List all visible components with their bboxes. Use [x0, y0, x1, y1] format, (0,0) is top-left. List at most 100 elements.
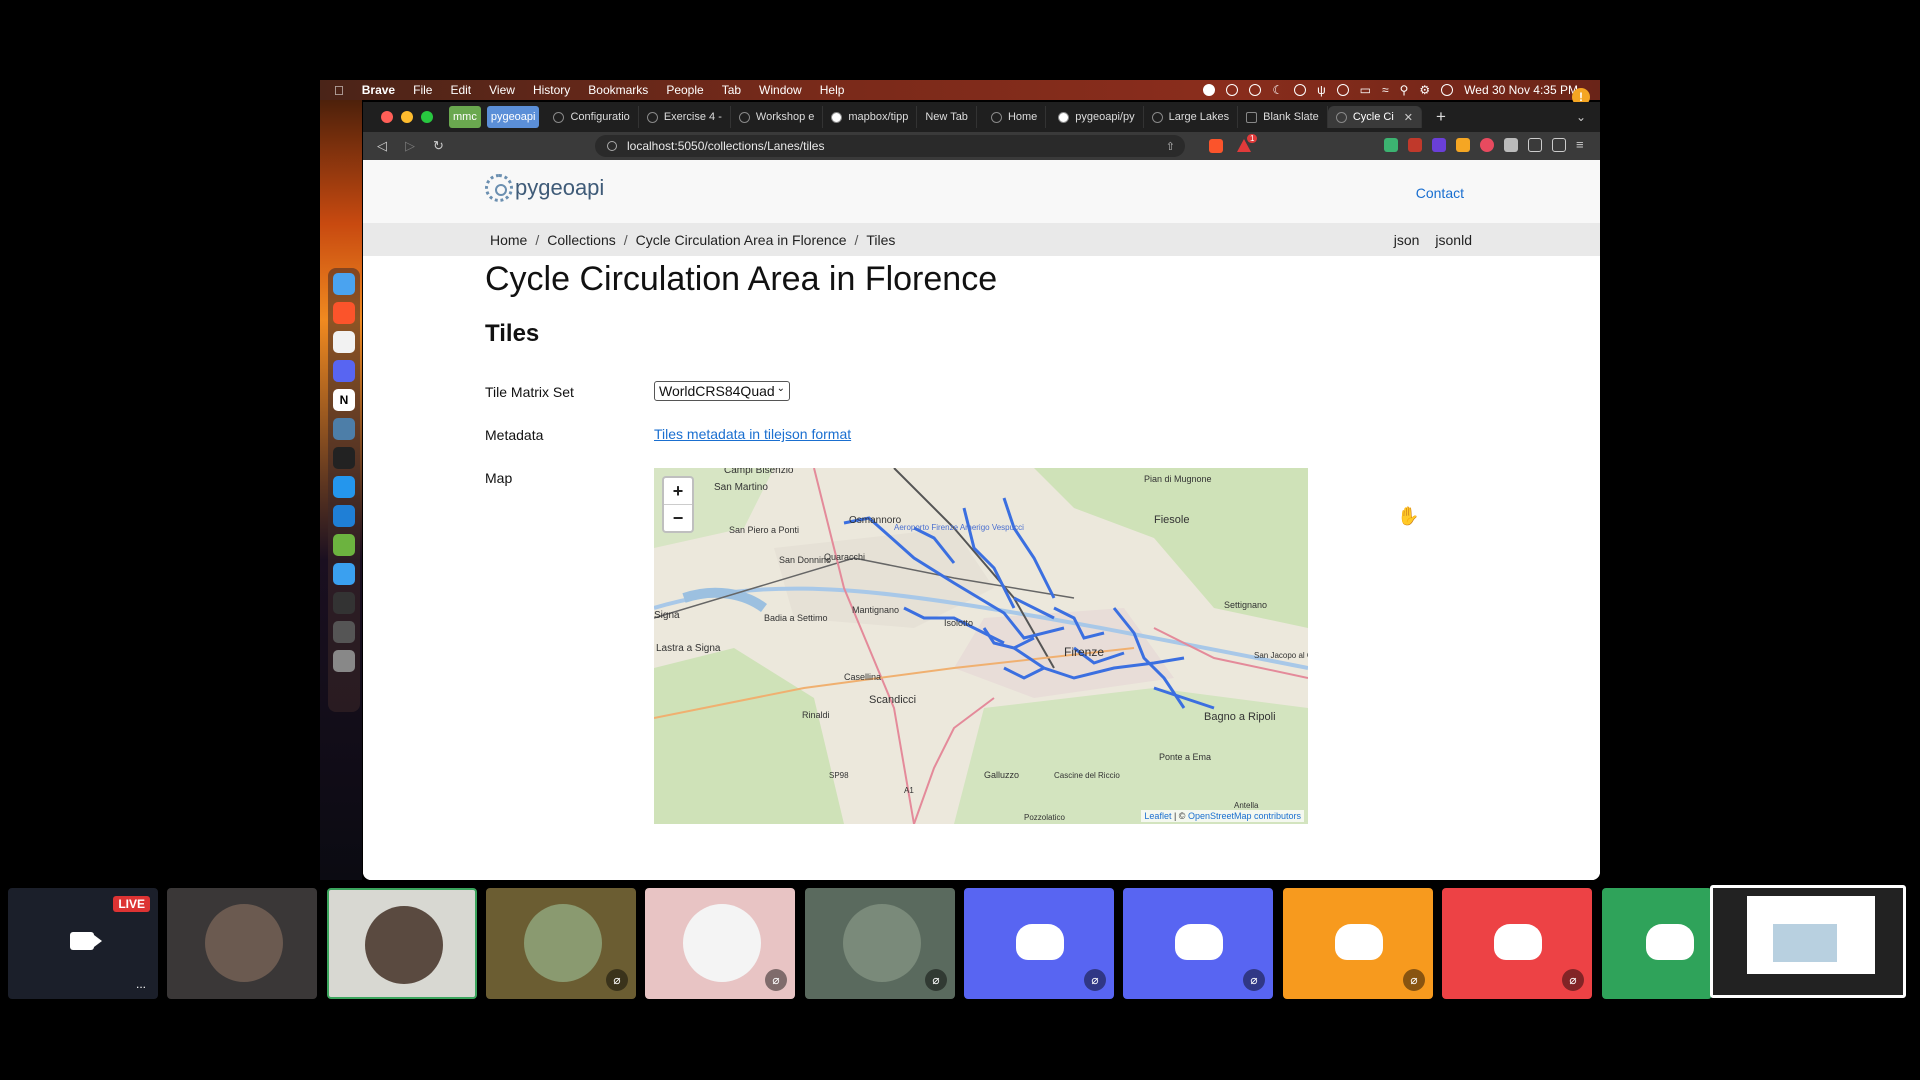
menu-tab[interactable]: Tab [722, 83, 741, 97]
menu-help[interactable]: Help [820, 83, 845, 97]
participant-tile[interactable]: ⌀ [645, 888, 795, 999]
close-window-button[interactable] [381, 111, 393, 123]
extension-icon[interactable] [1456, 138, 1470, 152]
participant-tile[interactable]: ⌀ [486, 888, 636, 999]
puzzle-icon[interactable] [1504, 138, 1518, 152]
menu-history[interactable]: History [533, 83, 570, 97]
trash-icon[interactable] [333, 650, 355, 672]
play-icon[interactable] [1294, 84, 1307, 96]
control-center-icon[interactable]: ⚙ [1419, 83, 1430, 97]
back-icon[interactable]: ◁ [377, 138, 387, 154]
apple-icon[interactable]:  [334, 83, 344, 98]
moon-icon[interactable]: ☾ [1272, 83, 1283, 97]
reminders-icon[interactable] [333, 331, 355, 353]
tab-configuration[interactable]: Configuratio [545, 106, 639, 128]
participant-tile[interactable]: ⌀ [1283, 888, 1433, 999]
tab-group-pygeoapi[interactable]: pygeoapi [486, 106, 540, 128]
tab-large-lakes[interactable]: Large Lakes [1144, 106, 1239, 128]
contact-link[interactable]: Contact [1416, 185, 1464, 201]
notion-icon[interactable]: N [333, 389, 355, 411]
osm-link[interactable]: OpenStreetMap contributors [1188, 811, 1301, 821]
menu-bookmarks[interactable]: Bookmarks [588, 83, 648, 97]
extension-icon[interactable] [1408, 138, 1422, 152]
discord-icon[interactable] [333, 360, 355, 382]
folder-icon[interactable] [333, 563, 355, 585]
breadcrumb-tiles[interactable]: Tiles [866, 232, 895, 248]
share-icon[interactable]: ⇧ [1166, 140, 1175, 153]
tab-home[interactable]: Home [977, 106, 1047, 128]
sidebar-icon[interactable] [1528, 138, 1542, 152]
participant-tile[interactable]: ⌀ [1123, 888, 1273, 999]
printer-icon[interactable] [333, 621, 355, 643]
brave-icon[interactable] [333, 302, 355, 324]
wifi-icon[interactable]: ≈ [1382, 83, 1389, 97]
menu-app-name[interactable]: Brave [362, 83, 395, 97]
tab-blank-slate[interactable]: Blank Slate [1238, 106, 1328, 128]
participant-tile[interactable]: ⌀ [805, 888, 955, 999]
tab-workshop[interactable]: Workshop e [731, 106, 824, 128]
format-jsonld-link[interactable]: jsonld [1435, 232, 1472, 248]
zoom-out-button[interactable]: − [664, 505, 692, 531]
url-text[interactable]: localhost:5050/collections/Lanes/tiles [627, 139, 824, 153]
postgres-icon[interactable] [333, 418, 355, 440]
terminal-icon[interactable] [333, 447, 355, 469]
site-info-icon[interactable] [607, 141, 617, 151]
search-icon[interactable]: ⚲ [1400, 83, 1409, 97]
participant-tile-speaking[interactable] [327, 888, 477, 999]
tilejson-metadata-link[interactable]: Tiles metadata in tilejson format [654, 426, 851, 442]
wallet-icon[interactable] [1552, 138, 1566, 152]
menu-view[interactable]: View [489, 83, 515, 97]
tab-cycle-active[interactable]: Cycle Ci ✕ [1327, 106, 1422, 128]
leaflet-link[interactable]: Leaflet [1144, 811, 1171, 821]
menu-file[interactable]: File [413, 83, 432, 97]
participant-tile[interactable] [167, 888, 317, 999]
forward-icon[interactable]: ▷ [405, 138, 415, 154]
participant-tile[interactable]: ⌀ [964, 888, 1114, 999]
participant-tile[interactable] [1602, 888, 1712, 999]
extension-icon[interactable] [1384, 138, 1398, 152]
minimize-window-button[interactable] [401, 111, 413, 123]
address-bar[interactable]: localhost:5050/collections/Lanes/tiles ⇧ [595, 135, 1185, 157]
extension-icon[interactable] [1480, 138, 1494, 152]
new-tab-button[interactable]: + [1436, 107, 1446, 127]
tab-mapbox[interactable]: mapbox/tipp [823, 106, 918, 128]
breadcrumb-home[interactable]: Home [490, 232, 527, 248]
window-icon[interactable] [333, 592, 355, 614]
breadcrumb-collection[interactable]: Cycle Circulation Area in Florence [636, 232, 847, 248]
more-options-icon[interactable]: ... [136, 977, 146, 991]
reload-icon[interactable]: ↻ [433, 138, 444, 154]
menu-icon[interactable]: ≡ [1576, 138, 1590, 152]
clock[interactable]: Wed 30 Nov 4:35 PM [1464, 83, 1578, 97]
tab-group-mmc[interactable]: mmc [449, 106, 481, 128]
maximize-window-button[interactable] [421, 111, 433, 123]
brave-shields-icon[interactable] [1209, 139, 1223, 153]
menu-edit[interactable]: Edit [450, 83, 471, 97]
menu-people[interactable]: People [666, 83, 703, 97]
cloud-icon[interactable] [1226, 84, 1239, 96]
leaflet-map[interactable]: Campi Bisenzio San Martino Osmannoro Aer… [654, 468, 1308, 824]
menu-window[interactable]: Window [759, 83, 802, 97]
format-json-link[interactable]: json [1394, 232, 1420, 248]
tab-new[interactable]: New Tab [917, 106, 977, 128]
zoom-in-button[interactable]: + [664, 478, 692, 505]
tab-exercise[interactable]: Exercise 4 - [639, 106, 731, 128]
pygeoapi-logo[interactable]: pygeoapi [485, 174, 604, 202]
tab-pygeoapi-github[interactable]: pygeoapi/py [1046, 106, 1144, 128]
screen-share-preview[interactable] [1710, 885, 1906, 998]
map-tiles[interactable]: Campi Bisenzio San Martino Osmannoro Aer… [654, 468, 1308, 824]
extension-icon[interactable] [1432, 138, 1446, 152]
tab-list-chevron-icon[interactable]: ⌄ [1576, 110, 1586, 124]
docker-icon[interactable] [333, 476, 355, 498]
vscode-icon[interactable] [333, 505, 355, 527]
tms-select[interactable]: WorldCRS84Quad ⌄ [654, 381, 790, 401]
clip-icon[interactable] [1249, 84, 1262, 96]
user-icon[interactable] [1336, 84, 1349, 96]
record-icon[interactable] [1203, 84, 1216, 96]
battery-icon[interactable]: ▭ [1360, 83, 1371, 97]
finder-icon[interactable] [333, 273, 355, 295]
fork-icon[interactable]: ψ [1317, 83, 1326, 97]
breadcrumb-collections[interactable]: Collections [547, 232, 615, 248]
qgis-icon[interactable] [333, 534, 355, 556]
close-tab-icon[interactable]: ✕ [1404, 111, 1413, 124]
siri-icon[interactable] [1441, 84, 1454, 96]
